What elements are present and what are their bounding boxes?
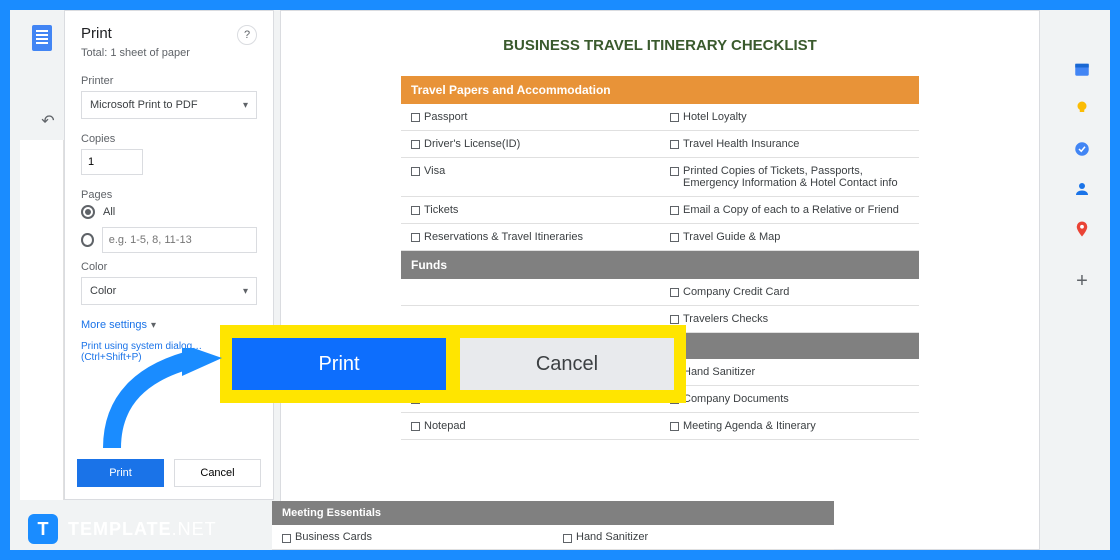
table-row: Reservations & Travel ItinerariesTravel … bbox=[401, 224, 919, 251]
table-row: NotepadMeeting Agenda & Itinerary bbox=[401, 413, 919, 440]
maps-icon[interactable] bbox=[1073, 220, 1091, 238]
calendar-icon[interactable] bbox=[1073, 60, 1091, 78]
checklist-cell: Hand Sanitizer bbox=[660, 359, 919, 385]
section-header: Travel Papers and Accommodation bbox=[401, 76, 919, 104]
pages-custom-radio[interactable] bbox=[81, 227, 257, 253]
checklist-cell: Hand Sanitizer bbox=[553, 525, 834, 549]
checkbox-icon bbox=[670, 113, 679, 122]
checkbox-icon bbox=[670, 422, 679, 431]
table-row: VisaPrinted Copies of Tickets, Passports… bbox=[401, 158, 919, 197]
checklist-cell: Notepad bbox=[401, 413, 660, 439]
print-button-large[interactable]: Print bbox=[232, 338, 446, 390]
copies-label: Copies bbox=[81, 133, 257, 145]
table-header: Meeting Essentials bbox=[272, 501, 834, 525]
chevron-down-icon: ▾ bbox=[243, 100, 248, 111]
vertical-ruler bbox=[20, 140, 64, 500]
right-sidebar: + bbox=[1062, 60, 1102, 293]
checkbox-icon bbox=[670, 288, 679, 297]
checklist-cell: Travelers Checks bbox=[660, 306, 919, 332]
pages-all-radio[interactable]: All bbox=[81, 205, 257, 219]
color-value: Color bbox=[90, 285, 116, 297]
pages-label: Pages bbox=[81, 189, 257, 201]
checklist-cell: Printed Copies of Tickets, Passports, Em… bbox=[660, 158, 919, 196]
radio-icon bbox=[81, 233, 94, 247]
app-frame: ↶ Print ? Total: 1 sheet of paper Printe… bbox=[10, 10, 1110, 550]
logo-icon: T bbox=[28, 514, 58, 544]
checklist-cell bbox=[401, 279, 660, 305]
chevron-down-icon: ▾ bbox=[151, 320, 156, 331]
checkbox-icon bbox=[282, 534, 291, 543]
checklist-cell: Business Cards bbox=[272, 525, 553, 549]
template-net-logo: T TEMPLATE.NET bbox=[28, 514, 217, 544]
table-row: Company Credit Card bbox=[401, 279, 919, 306]
table-row: PassportHotel Loyalty bbox=[401, 104, 919, 131]
checkbox-icon bbox=[670, 315, 679, 324]
checklist-cell: Driver's License(ID) bbox=[401, 131, 660, 157]
keep-icon[interactable] bbox=[1073, 100, 1091, 118]
checklist-cell: Travel Health Insurance bbox=[660, 131, 919, 157]
radio-icon bbox=[81, 205, 95, 219]
print-button[interactable]: Print bbox=[77, 459, 164, 487]
tasks-icon[interactable] bbox=[1073, 140, 1091, 158]
color-select[interactable]: Color ▾ bbox=[81, 277, 257, 305]
highlighted-buttons: Print Cancel bbox=[220, 325, 686, 403]
google-docs-icon[interactable] bbox=[32, 25, 52, 51]
logo-text: TEMPLATE.NET bbox=[68, 519, 217, 540]
table-row: Business CardsHand Sanitizer bbox=[272, 525, 834, 550]
checklist-cell: Meeting Agenda & Itinerary bbox=[660, 413, 919, 439]
print-preview: BUSINESS TRAVEL ITINERARY CHECKLIST Trav… bbox=[280, 10, 1040, 550]
checkbox-icon bbox=[670, 140, 679, 149]
checkbox-icon bbox=[411, 140, 420, 149]
help-icon[interactable]: ? bbox=[237, 25, 257, 45]
cancel-button[interactable]: Cancel bbox=[174, 459, 261, 487]
pages-range-input[interactable] bbox=[102, 227, 257, 253]
contacts-icon[interactable] bbox=[1073, 180, 1091, 198]
checkbox-icon bbox=[670, 233, 679, 242]
checklist-cell: Tickets bbox=[401, 197, 660, 223]
cancel-button-large[interactable]: Cancel bbox=[460, 338, 674, 390]
pointer-arrow-icon bbox=[82, 348, 232, 458]
checkbox-icon bbox=[563, 534, 572, 543]
checklist-cell: Visa bbox=[401, 158, 660, 196]
checklist-cell: Company Documents bbox=[660, 386, 919, 412]
copies-input[interactable] bbox=[81, 149, 143, 175]
printer-select[interactable]: Microsoft Print to PDF ▾ bbox=[81, 91, 257, 119]
checkbox-icon bbox=[411, 113, 420, 122]
checkbox-icon bbox=[411, 422, 420, 431]
table-row: Driver's License(ID)Travel Health Insura… bbox=[401, 131, 919, 158]
add-icon[interactable]: + bbox=[1076, 270, 1088, 293]
printer-value: Microsoft Print to PDF bbox=[90, 99, 198, 111]
checklist-cell: Hotel Loyalty bbox=[660, 104, 919, 130]
checkbox-icon bbox=[411, 167, 420, 176]
printer-label: Printer bbox=[81, 75, 257, 87]
print-subtitle: Total: 1 sheet of paper bbox=[81, 47, 257, 59]
doc-title: BUSINESS TRAVEL ITINERARY CHECKLIST bbox=[401, 37, 919, 54]
checklist-cell: Travel Guide & Map bbox=[660, 224, 919, 250]
undo-button[interactable]: ↶ bbox=[35, 108, 61, 134]
checkbox-icon bbox=[670, 167, 679, 176]
color-label: Color bbox=[81, 261, 257, 273]
table-row: TicketsEmail a Copy of each to a Relativ… bbox=[401, 197, 919, 224]
checklist-cell: Email a Copy of each to a Relative or Fr… bbox=[660, 197, 919, 223]
chevron-down-icon: ▾ bbox=[243, 286, 248, 297]
checklist-cell: Passport bbox=[401, 104, 660, 130]
checkbox-icon bbox=[670, 206, 679, 215]
checkbox-icon bbox=[411, 206, 420, 215]
background-table: Meeting Essentials Business CardsHand Sa… bbox=[272, 501, 834, 550]
section-header: Funds bbox=[401, 251, 919, 279]
checklist-cell: Reservations & Travel Itineraries bbox=[401, 224, 660, 250]
checklist-cell: Company Credit Card bbox=[660, 279, 919, 305]
print-title: Print bbox=[81, 25, 112, 42]
checkbox-icon bbox=[411, 233, 420, 242]
